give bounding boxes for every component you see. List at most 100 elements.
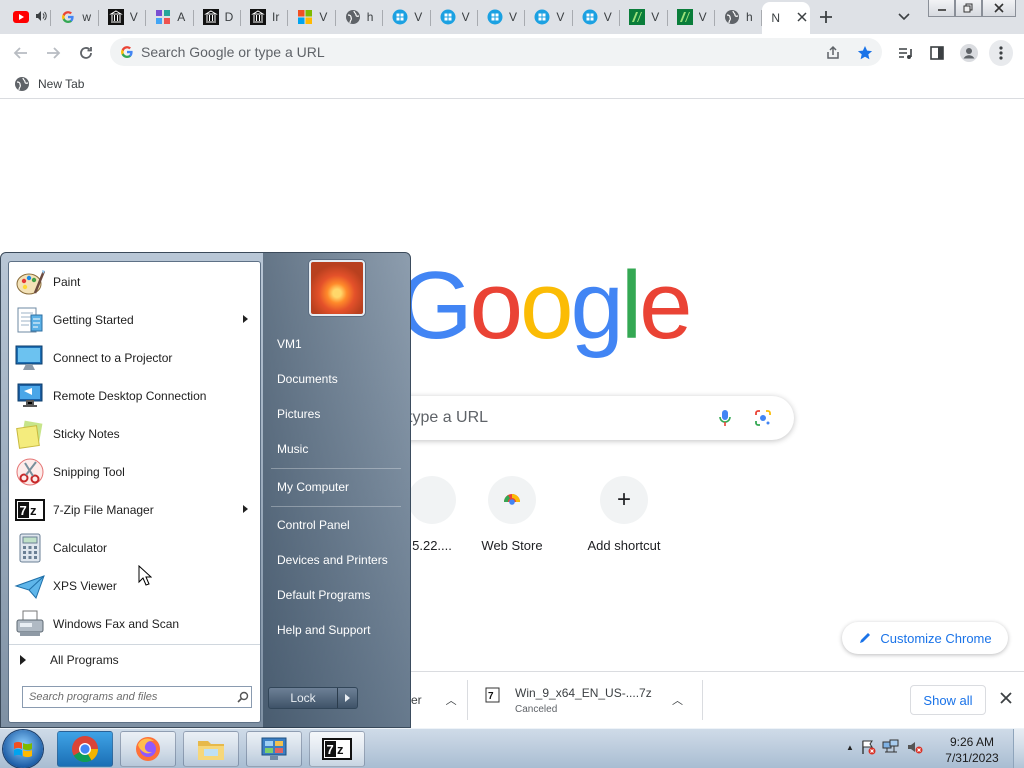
xps-viewer-icon bbox=[12, 570, 48, 602]
browser-tab[interactable] bbox=[4, 4, 52, 30]
download-item[interactable]: er ︿ bbox=[411, 672, 467, 728]
chevron-up-icon[interactable]: ︿ bbox=[672, 692, 683, 708]
program-calculator[interactable]: Calculator bbox=[12, 531, 258, 565]
start-link-vm1[interactable]: VM1 bbox=[271, 330, 403, 358]
all-programs-button[interactable]: All Programs bbox=[9, 644, 260, 674]
browser-tab[interactable]: h bbox=[715, 4, 763, 30]
program-xps-viewer[interactable]: XPS Viewer bbox=[12, 569, 258, 603]
program-getting-started[interactable]: Getting Started bbox=[12, 303, 258, 337]
browser-tab[interactable]: V bbox=[99, 4, 147, 30]
star-icon bbox=[857, 46, 873, 60]
close-window-button[interactable] bbox=[982, 0, 1016, 17]
download-item[interactable]: 7 Win_9_x64_EN_US-....7z Canceled ︿ bbox=[484, 672, 702, 728]
triangle-right-icon bbox=[20, 654, 26, 665]
program-windows-fax-and-scan[interactable]: Windows Fax and Scan bbox=[12, 607, 258, 641]
browser-tab[interactable]: V bbox=[383, 4, 431, 30]
start-link-pictures[interactable]: Pictures bbox=[271, 400, 403, 428]
browser-tab[interactable]: Ir bbox=[241, 4, 289, 30]
browser-tab[interactable]: V bbox=[573, 4, 621, 30]
minimize-button[interactable] bbox=[928, 0, 955, 17]
taskbar-explorer[interactable] bbox=[183, 731, 239, 767]
program-remote-desktop-connection[interactable]: Remote Desktop Connection bbox=[12, 379, 258, 413]
add-shortcut-button[interactable]: + Add shortcut bbox=[568, 476, 680, 553]
tab-title: V bbox=[129, 10, 138, 24]
program-label: Remote Desktop Connection bbox=[53, 389, 207, 403]
show-hidden-icons-arrow-icon[interactable]: ▲ bbox=[846, 743, 854, 752]
browser-tab[interactable]: h bbox=[336, 4, 384, 30]
start-link-control-panel[interactable]: Control Panel bbox=[271, 511, 403, 539]
taskbar-clock[interactable]: 9:26 AM 7/31/2023 bbox=[936, 734, 1008, 766]
start-link-devices-and-printers[interactable]: Devices and Printers bbox=[271, 546, 403, 574]
show-all-button[interactable]: Show all bbox=[910, 685, 986, 715]
bookmark-new-tab[interactable]: New Tab bbox=[14, 76, 84, 92]
bookmark-star-button[interactable] bbox=[852, 40, 878, 66]
paint-icon bbox=[12, 266, 48, 298]
browser-tab[interactable]: V bbox=[525, 4, 573, 30]
globe-icon bbox=[345, 9, 361, 25]
close-shelf-button[interactable] bbox=[996, 688, 1016, 708]
browser-tab[interactable]: V bbox=[478, 4, 526, 30]
program-paint[interactable]: Paint bbox=[12, 265, 258, 299]
tab-search-button[interactable] bbox=[892, 7, 916, 27]
taskbar-chrome[interactable] bbox=[57, 731, 113, 767]
shutdown-options-arrow-icon[interactable] bbox=[337, 688, 357, 708]
chevron-up-icon[interactable]: ︿ bbox=[446, 692, 457, 708]
taskbar-7zip[interactable]: 7z bbox=[309, 731, 365, 767]
lens-camera-icon[interactable] bbox=[754, 409, 772, 430]
show-desktop-button[interactable] bbox=[1013, 729, 1024, 768]
volume-muted-icon[interactable] bbox=[906, 739, 924, 755]
browser-tab[interactable]: A bbox=[146, 4, 194, 30]
reload-button[interactable] bbox=[73, 40, 99, 66]
share-button[interactable] bbox=[820, 40, 846, 66]
start-search-box[interactable] bbox=[22, 686, 252, 708]
new-tab-button[interactable] bbox=[814, 6, 838, 28]
submenu-arrow-icon[interactable] bbox=[243, 505, 248, 515]
omnibox-input[interactable] bbox=[141, 44, 791, 60]
menu-button[interactable] bbox=[989, 40, 1013, 66]
action-center-flag-icon[interactable] bbox=[860, 739, 876, 755]
submenu-arrow-icon[interactable] bbox=[243, 315, 248, 325]
microphone-icon[interactable] bbox=[718, 409, 732, 430]
browser-tab[interactable]: w bbox=[51, 4, 99, 30]
program-snipping-tool[interactable]: Snipping Tool bbox=[12, 455, 258, 489]
reading-list-button[interactable] bbox=[892, 40, 918, 66]
start-link-documents[interactable]: Documents bbox=[271, 365, 403, 393]
browser-tab[interactable]: V bbox=[288, 4, 336, 30]
ntp-search-box[interactable] bbox=[380, 396, 794, 440]
taskbar-control-panel[interactable] bbox=[246, 731, 302, 767]
start-link-music[interactable]: Music bbox=[271, 435, 403, 463]
forward-button[interactable] bbox=[40, 40, 66, 66]
logo-letter: o bbox=[469, 252, 523, 359]
customize-chrome-button[interactable]: Customize Chrome bbox=[842, 622, 1008, 654]
side-panel-button[interactable] bbox=[924, 40, 950, 66]
network-icon[interactable] bbox=[882, 739, 900, 755]
program-connect-to-a-projector[interactable]: Connect to a Projector bbox=[12, 341, 258, 375]
program-label: Sticky Notes bbox=[53, 427, 120, 441]
museum-icon bbox=[107, 9, 124, 25]
ntp-search-input[interactable] bbox=[408, 409, 708, 427]
tab-active[interactable]: N bbox=[762, 2, 811, 34]
download-divider bbox=[467, 680, 468, 720]
browser-tab[interactable]: V bbox=[431, 4, 478, 30]
program-7-zip-file-manager[interactable]: 7 z 7-Zip File Manager bbox=[12, 493, 258, 527]
browser-tab[interactable]: V bbox=[620, 4, 668, 30]
start-link-help-and-support[interactable]: Help and Support bbox=[271, 616, 403, 644]
omnibox[interactable] bbox=[110, 38, 882, 66]
start-search-input[interactable] bbox=[29, 691, 229, 703]
restore-button[interactable] bbox=[955, 0, 982, 17]
lock-button[interactable]: Lock bbox=[268, 687, 358, 709]
profile-button[interactable] bbox=[956, 40, 982, 66]
program-sticky-notes[interactable]: Sticky Notes bbox=[12, 417, 258, 451]
back-button[interactable] bbox=[8, 40, 34, 66]
svg-text:7: 7 bbox=[488, 691, 494, 702]
browser-tab[interactable]: V bbox=[668, 4, 715, 30]
close-tab-icon[interactable] bbox=[797, 11, 807, 25]
start-button[interactable] bbox=[3, 730, 43, 768]
shortcut-web-store[interactable]: Web Store bbox=[456, 476, 568, 553]
user-picture[interactable] bbox=[309, 260, 365, 316]
browser-tab[interactable]: D bbox=[194, 4, 241, 30]
start-link-default-programs[interactable]: Default Programs bbox=[271, 581, 403, 609]
taskbar-firefox[interactable] bbox=[120, 731, 176, 767]
start-link-my-computer[interactable]: My Computer bbox=[271, 473, 403, 501]
speaker-icon[interactable] bbox=[35, 10, 47, 25]
